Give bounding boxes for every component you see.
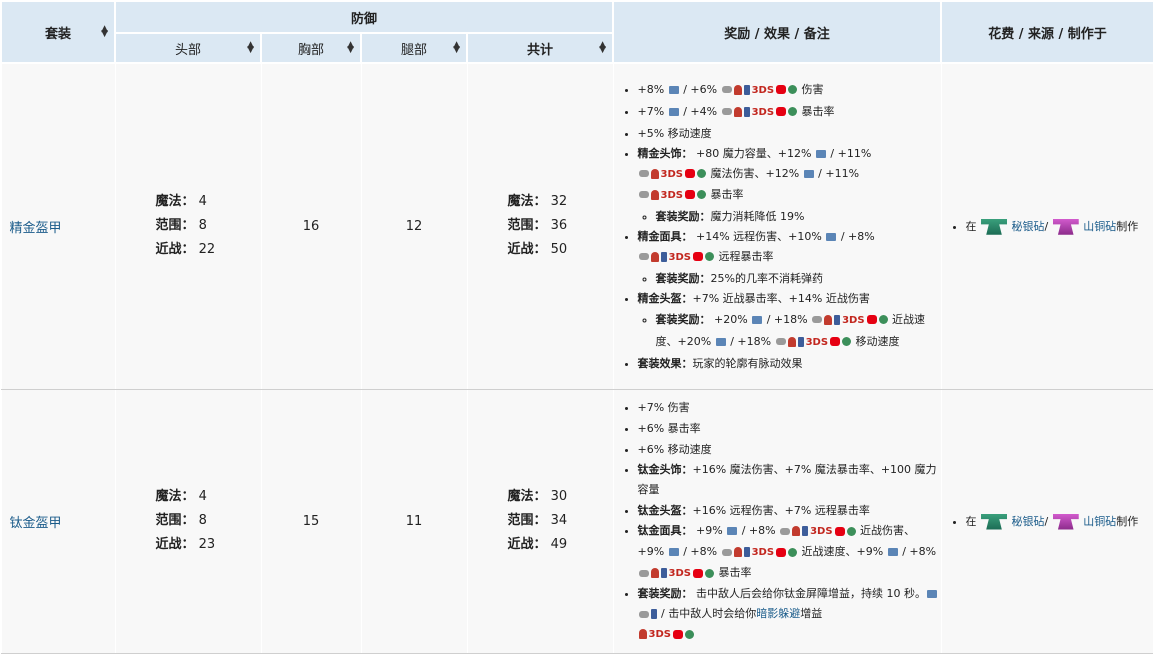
phone-icon (743, 106, 750, 117)
list-item: +6% 暴击率 (638, 418, 941, 439)
armor-name-link[interactable]: 精金盔甲 (0, 62, 116, 390)
orichalcum-anvil-icon[interactable] (1052, 218, 1079, 235)
sort-icon[interactable]: ▲ ▼ (599, 41, 606, 55)
col-chest[interactable]: 胸部 ▲ ▼ (260, 32, 362, 64)
pc-icon (668, 85, 679, 94)
switch-icon (776, 107, 787, 117)
console-icon (721, 86, 732, 94)
mobile-icon (733, 84, 742, 95)
col-defense: 防御 (113, 0, 615, 34)
list-item: +7% / +4% 3DS 暴击率 (638, 101, 941, 123)
list-item: 钛金头盔：+16% 远程伤害、+7% 远程暴击率 (638, 500, 941, 521)
3ds-icon: 3DS (751, 106, 775, 118)
mythril-anvil-link[interactable]: 秘银砧 (1012, 220, 1045, 233)
mythril-anvil-link[interactable]: 秘银砧 (1012, 515, 1045, 528)
table-row: 精金盔甲 魔法： 4 范围： 8 近战： 22 16 12 魔法： 32 范围：… (0, 62, 1153, 390)
phone-icon (743, 84, 750, 95)
craft-cell: 在 秘银砧/ 山铜砧制作 (940, 388, 1153, 654)
mobile-icon (733, 106, 742, 117)
armor-name-link[interactable]: 钛金盔甲 (0, 388, 116, 654)
list-item: +6% 移动速度 (638, 439, 941, 460)
orichalcum-anvil-link[interactable]: 山铜砧 (1083, 220, 1116, 233)
table-row: 钛金盔甲 魔法： 4 范围： 8 近战： 23 15 11 魔法： 30 范围：… (0, 388, 1153, 654)
shadow-dodge-link[interactable]: 暗影躲避 (756, 607, 800, 620)
col-bonus: 奖励 / 效果 / 备注 (612, 0, 943, 64)
switch-icon (776, 85, 787, 95)
list-item: 钛金面具： +9% / +8% 3DS 近战伤害、+9% / +8% 3DS 近… (638, 521, 941, 584)
mythril-anvil-icon[interactable] (981, 513, 1008, 530)
list-item: 套装奖励： 击中敌人后会给你钛金屏障增益，持续 10 秒。 / 击中敌人时会给你… (638, 584, 941, 645)
list-item: 套装效果：玩家的轮廓有脉动效果 (638, 353, 941, 374)
list-item: +7% 伤害 (638, 397, 941, 418)
orichalcum-anvil-link[interactable]: 山铜砧 (1083, 515, 1116, 528)
sort-icon[interactable]: ▲ ▼ (101, 25, 108, 39)
orichalcum-anvil-icon[interactable] (1052, 513, 1079, 530)
gear-icon (788, 85, 798, 95)
head-stats: 魔法： 4 范围： 8 近战： 23 (114, 388, 262, 654)
chest-defense: 15 (260, 388, 362, 654)
col-set[interactable]: 套装 ▲ ▼ (0, 0, 116, 64)
col-total[interactable]: 共计 ▲ ▼ (465, 32, 615, 64)
col-cost: 花费 / 来源 / 制作于 (940, 0, 1153, 64)
list-item: +8% / +6% 3DS 伤害 (638, 79, 941, 101)
sort-icon[interactable]: ▲ ▼ (453, 41, 460, 55)
list-item: 钛金头饰：+16% 魔法伤害、+7% 魔法暴击率、+100 魔力容量 (638, 460, 941, 500)
col-legs[interactable]: 腿部 ▲ ▼ (360, 32, 468, 64)
col-head[interactable]: 头部 ▲ ▼ (114, 32, 262, 64)
sort-icon[interactable]: ▲ ▼ (347, 41, 354, 55)
list-item: 精金面具： +14% 远程伤害、+10% / +8%3DS 远程暴击率 套装奖励… (638, 227, 941, 289)
mythril-anvil-icon[interactable] (981, 218, 1008, 235)
legs-defense: 12 (360, 62, 468, 390)
bonus-list: +7% 伤害 +6% 暴击率 +6% 移动速度 钛金头饰：+16% 魔法伤害、+… (612, 388, 942, 654)
craft-cell: 在 秘银砧/ 山铜砧制作 (940, 62, 1153, 390)
pc-icon (668, 107, 679, 116)
bonus-list: +8% / +6% 3DS 伤害 +7% / +4% 3DS 暴击率 +5% 移… (612, 62, 942, 390)
total-stats: 魔法： 32 范围： 36 近战： 50 (466, 62, 614, 390)
head-stats: 魔法： 4 范围： 8 近战： 22 (114, 62, 262, 390)
list-item: 精金头饰： +80 魔力容量、+12% / +11%3DS 魔法伤害、+12% … (638, 144, 941, 227)
legs-defense: 11 (360, 388, 468, 654)
list-item: 精金头盔：+7% 近战暴击率、+14% 近战伤害 套装奖励： +20% / +1… (638, 289, 941, 353)
3ds-icon: 3DS (751, 84, 775, 96)
list-item: +5% 移动速度 (638, 123, 941, 144)
console-icon (721, 108, 732, 116)
chest-defense: 16 (260, 62, 362, 390)
gear-icon (788, 107, 798, 117)
total-stats: 魔法： 30 范围： 34 近战： 49 (466, 388, 614, 654)
armor-table: 套装 ▲ ▼ 防御 奖励 / 效果 / 备注 花费 / 来源 / 制作于 头部 ▲ ▼ … (0, 0, 1153, 654)
sort-icon[interactable]: ▲ ▼ (247, 41, 254, 55)
